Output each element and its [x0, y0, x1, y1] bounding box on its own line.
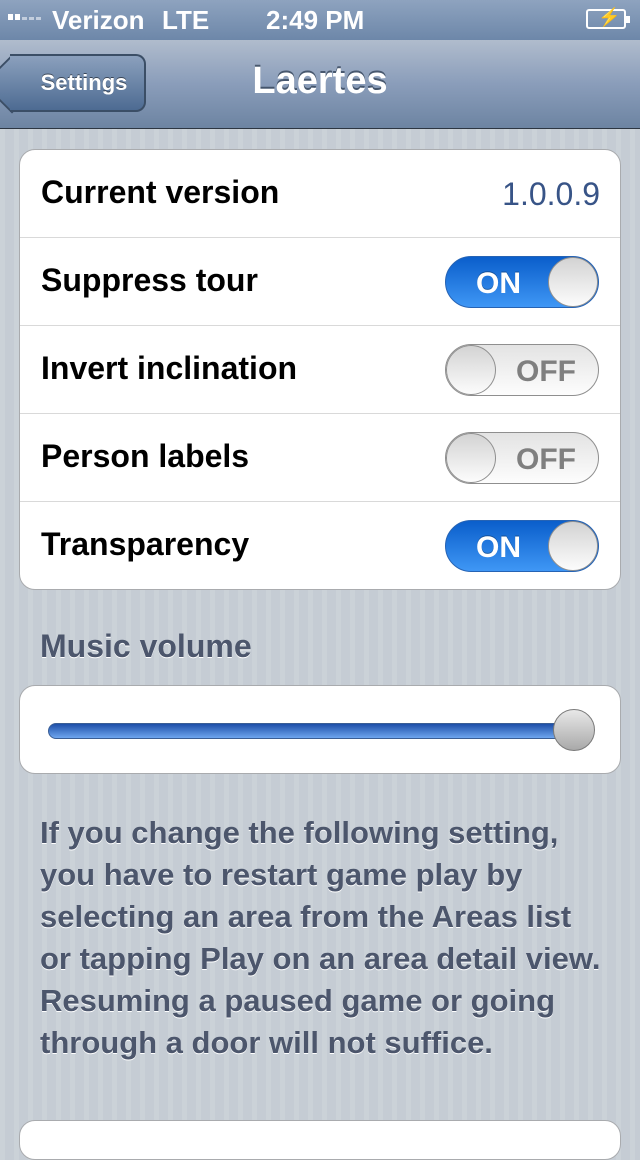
- row-person-labels: Person labels OFF: [20, 414, 620, 502]
- row-suppress-tour: Suppress tour ON: [20, 238, 620, 326]
- carrier-name: Verizon: [52, 5, 145, 35]
- battery-icon: ⚡: [586, 7, 630, 29]
- restart-notice: If you change the following setting, you…: [40, 815, 601, 1060]
- back-button[interactable]: Settings: [10, 54, 146, 112]
- status-bar: Verizon LTE 2:49 PM ⚡: [0, 0, 640, 40]
- row-current-version: Current version 1.0.0.9: [20, 150, 620, 238]
- toggle-knob: [446, 345, 496, 395]
- slider-thumb[interactable]: [553, 709, 595, 751]
- transparency-toggle[interactable]: ON: [445, 520, 599, 572]
- row-label: Suppress tour: [41, 262, 258, 298]
- suppress-tour-toggle[interactable]: ON: [445, 256, 599, 308]
- row-invert-inclination: Invert inclination OFF: [20, 326, 620, 414]
- toggle-knob: [446, 433, 496, 483]
- music-volume-slider[interactable]: [48, 723, 568, 739]
- row-transparency: Transparency ON: [20, 502, 620, 590]
- clock: 2:49 PM: [266, 5, 365, 35]
- toggle-state: OFF: [516, 355, 576, 388]
- row-label: Current version: [41, 174, 280, 210]
- version-value: 1.0.0.9: [502, 176, 600, 212]
- settings-group: Current version 1.0.0.9 Suppress tour ON…: [19, 149, 621, 590]
- person-labels-toggle[interactable]: OFF: [445, 432, 599, 484]
- toggle-knob: [548, 257, 598, 307]
- signal-strength-icon: [8, 14, 41, 20]
- row-label: Transparency: [41, 526, 250, 562]
- music-volume-group: [19, 685, 621, 774]
- row-label: Invert inclination: [41, 350, 298, 386]
- navigation-bar: Settings Laertes: [0, 40, 640, 129]
- back-button-label: Settings: [40, 70, 128, 95]
- row-label: Person labels: [41, 438, 250, 474]
- toggle-state: OFF: [516, 443, 576, 476]
- settings-group-partial: [19, 1120, 621, 1160]
- toggle-state: ON: [476, 531, 521, 564]
- music-volume-header: Music volume: [40, 628, 252, 664]
- invert-inclination-toggle[interactable]: OFF: [445, 344, 599, 396]
- toggle-knob: [548, 521, 598, 571]
- network-type: LTE: [162, 5, 210, 35]
- toggle-state: ON: [476, 267, 521, 300]
